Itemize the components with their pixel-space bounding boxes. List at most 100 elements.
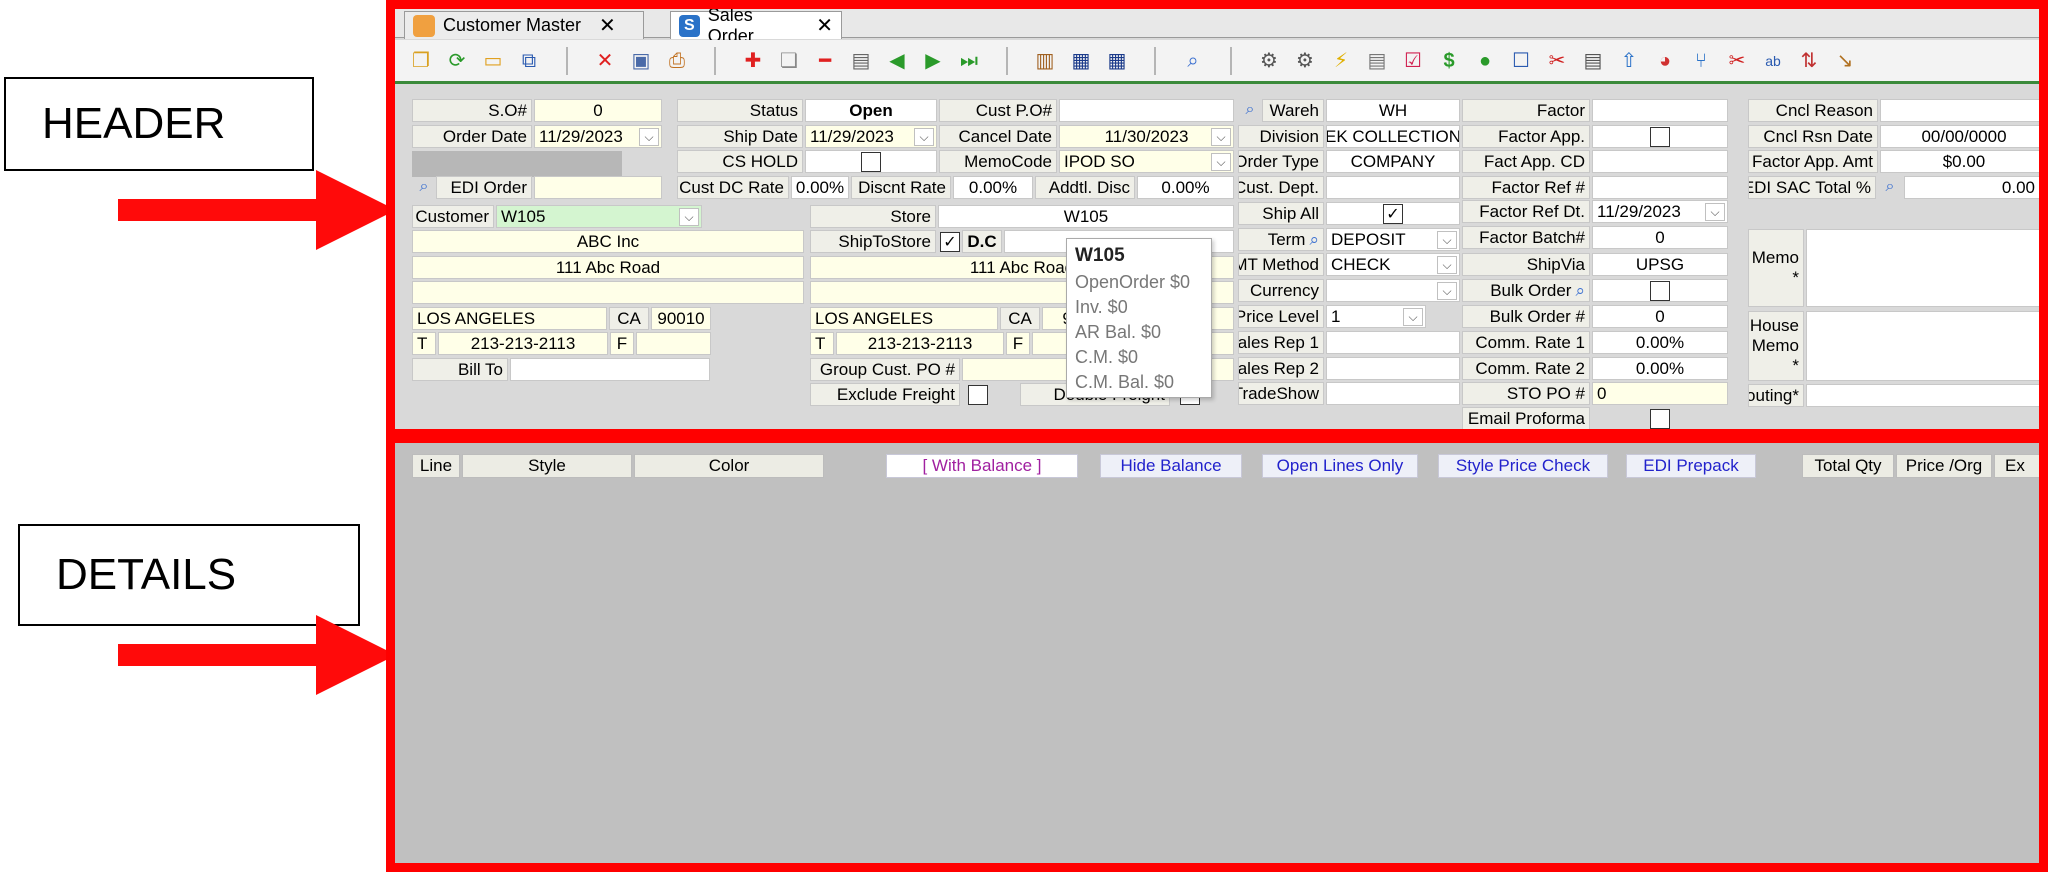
tradeshow-field[interactable] bbox=[1326, 382, 1460, 405]
chevron-down-icon[interactable]: ⌵ bbox=[914, 128, 934, 146]
export-icon[interactable]: ↘ bbox=[1832, 48, 1858, 74]
term-field[interactable]: DEPOSIT ⌵ bbox=[1326, 228, 1460, 251]
remove-line-icon[interactable]: ━ bbox=[812, 48, 838, 74]
cncl-reason-field[interactable] bbox=[1880, 99, 2048, 122]
column-header-style[interactable]: Style bbox=[462, 454, 632, 478]
sort-icon[interactable]: ⇅ bbox=[1796, 48, 1822, 74]
factor-app-amt-field[interactable]: $0.00 bbox=[1880, 150, 2048, 173]
sales-rep2-field[interactable] bbox=[1326, 357, 1460, 380]
ship-to-store-checkbox[interactable]: ✓ bbox=[940, 232, 960, 252]
layers-icon[interactable]: ▤ bbox=[1364, 48, 1390, 74]
tab-sales-order[interactable]: S Sales Order ✕ bbox=[670, 5, 842, 46]
routing-field[interactable] bbox=[1806, 384, 2048, 407]
search-icon[interactable]: ⌕ bbox=[1575, 281, 1585, 301]
so-field[interactable]: 0 bbox=[534, 99, 662, 122]
bill-city-field[interactable]: LOS ANGELES bbox=[412, 307, 607, 330]
money-bag-icon[interactable]: ● bbox=[1472, 48, 1498, 74]
column-header-ex[interactable]: Ex bbox=[1994, 454, 2048, 478]
bill-state-field[interactable]: CA bbox=[609, 307, 649, 330]
bill-phone-field[interactable]: 213-213-2113 bbox=[438, 332, 608, 355]
tree-icon[interactable]: ⑂ bbox=[1688, 48, 1714, 74]
lightning-icon[interactable]: ⚡ bbox=[1328, 48, 1354, 74]
store-field[interactable]: W105 bbox=[938, 205, 1234, 228]
bulk-order-no-field[interactable]: 0 bbox=[1592, 305, 1728, 328]
checklist-icon[interactable]: ☑ bbox=[1400, 48, 1426, 74]
column-header-line[interactable]: Line bbox=[412, 454, 460, 478]
fact-app-cd-field[interactable] bbox=[1592, 150, 1728, 173]
order-date-field[interactable]: 11/29/2023 ⌵ bbox=[534, 125, 662, 148]
chevron-down-icon[interactable]: ⌵ bbox=[639, 128, 659, 146]
add-line-icon[interactable]: ✚ bbox=[740, 48, 766, 74]
bulk-order-checkbox[interactable] bbox=[1650, 280, 1670, 301]
ship-date-field[interactable]: 11/29/2023 ⌵ bbox=[805, 125, 937, 148]
copy-line-icon[interactable]: ❏ bbox=[776, 48, 802, 74]
chevron-down-icon[interactable]: ⌵ bbox=[1403, 308, 1423, 326]
upload-icon[interactable]: ⇧ bbox=[1616, 48, 1642, 74]
bill-address2-field[interactable] bbox=[412, 281, 804, 304]
wareh-field[interactable]: WH bbox=[1326, 99, 1460, 122]
customer-field[interactable]: W105 ⌵ bbox=[496, 205, 702, 228]
open-icon[interactable]: ▭ bbox=[480, 48, 506, 74]
link-break-icon[interactable]: ✂ bbox=[1544, 48, 1570, 74]
chevron-down-icon[interactable]: ⌵ bbox=[679, 208, 699, 226]
bill-fax-field[interactable] bbox=[636, 332, 711, 355]
edi-sac-field[interactable]: 0.00 bbox=[1904, 176, 2048, 199]
search-icon[interactable]: ⌕ bbox=[412, 176, 436, 198]
hide-balance-button[interactable]: Hide Balance bbox=[1100, 454, 1242, 478]
addtl-disc-field[interactable]: 0.00% bbox=[1137, 176, 1234, 199]
chevron-down-icon[interactable]: ⌵ bbox=[1437, 256, 1457, 274]
cust-po-field[interactable] bbox=[1059, 99, 1234, 122]
search-icon[interactable]: ⌕ bbox=[1180, 48, 1206, 74]
pmt-method-field[interactable]: CHECK ⌵ bbox=[1326, 253, 1460, 276]
factor-ref-dt-field[interactable]: 11/29/2023 ⌵ bbox=[1592, 200, 1728, 223]
cs-hold-checkbox[interactable] bbox=[861, 151, 881, 172]
with-balance-button[interactable]: [ With Balance ] bbox=[886, 454, 1078, 478]
document-icon[interactable]: ▤ bbox=[1580, 48, 1606, 74]
currency-field[interactable]: ⌵ bbox=[1326, 279, 1460, 302]
cancel-date-field[interactable]: 11/30/2023 ⌵ bbox=[1059, 125, 1234, 148]
chevron-down-icon[interactable]: ⌵ bbox=[1437, 282, 1457, 300]
dollar-icon[interactable]: $ bbox=[1436, 48, 1462, 74]
grid-icon[interactable]: ▤ bbox=[848, 48, 874, 74]
close-icon[interactable]: ✕ bbox=[599, 13, 616, 38]
factor-app-checkbox[interactable] bbox=[1650, 126, 1670, 147]
search-icon[interactable]: ⌕ bbox=[1238, 99, 1262, 121]
copy-window-icon[interactable]: ⧉ bbox=[516, 48, 542, 74]
cust-dc-rate-field[interactable]: 0.00% bbox=[791, 176, 849, 199]
window-icon[interactable]: ☐ bbox=[1508, 48, 1534, 74]
chevron-down-icon[interactable]: ⌵ bbox=[1705, 203, 1725, 221]
last-icon[interactable]: ⏭ bbox=[956, 48, 982, 74]
next-icon[interactable]: ▶ bbox=[920, 48, 946, 74]
ship-phone-field[interactable]: 213-213-2113 bbox=[836, 332, 1004, 355]
sales-rep1-field[interactable] bbox=[1326, 331, 1460, 354]
new-icon[interactable]: ❐ bbox=[408, 48, 434, 74]
close-icon[interactable]: ✕ bbox=[816, 13, 833, 38]
cncl-rsn-date-field[interactable]: 00/00/0000 bbox=[1880, 125, 2048, 148]
factor-batch-field[interactable]: 0 bbox=[1592, 226, 1728, 249]
bill-address-field[interactable]: 111 Abc Road bbox=[412, 256, 804, 279]
ship-all-checkbox[interactable]: ✓ bbox=[1383, 203, 1403, 224]
edi-prepack-button[interactable]: EDI Prepack bbox=[1626, 454, 1756, 478]
chevron-down-icon[interactable]: ⌵ bbox=[1211, 128, 1231, 146]
unlink-icon[interactable]: ✂ bbox=[1724, 48, 1750, 74]
memo-textarea[interactable] bbox=[1806, 229, 2048, 307]
division-field[interactable]: EK COLLECTION bbox=[1326, 125, 1460, 148]
search-icon[interactable]: ⌕ bbox=[1309, 230, 1319, 250]
shipvia-field[interactable]: UPSG bbox=[1592, 253, 1728, 276]
tab-customer-master[interactable]: Customer Master ✕ bbox=[404, 11, 644, 39]
save-icon[interactable]: ▣ bbox=[628, 48, 654, 74]
refresh-icon[interactable]: ⟳ bbox=[444, 48, 470, 74]
chevron-down-icon[interactable]: ⌵ bbox=[1211, 153, 1231, 171]
bill-to-field[interactable] bbox=[510, 358, 710, 381]
print-icon[interactable]: ⎙ bbox=[664, 48, 690, 74]
email-proforma-checkbox[interactable] bbox=[1650, 409, 1670, 429]
comm-rate2-field[interactable]: 0.00% bbox=[1592, 357, 1728, 380]
calendar-icon[interactable]: ▦ bbox=[1068, 48, 1094, 74]
memo-code-field[interactable]: IPOD SO ⌵ bbox=[1059, 150, 1234, 173]
column-header-price-org[interactable]: Price /Org bbox=[1896, 454, 1992, 478]
spellcheck-icon[interactable]: ab bbox=[1760, 48, 1786, 74]
report-icon[interactable]: ▥ bbox=[1032, 48, 1058, 74]
pie-icon[interactable]: ◕ bbox=[1652, 48, 1678, 74]
chevron-down-icon[interactable]: ⌵ bbox=[1437, 231, 1457, 249]
house-memo-textarea[interactable] bbox=[1806, 311, 2048, 381]
